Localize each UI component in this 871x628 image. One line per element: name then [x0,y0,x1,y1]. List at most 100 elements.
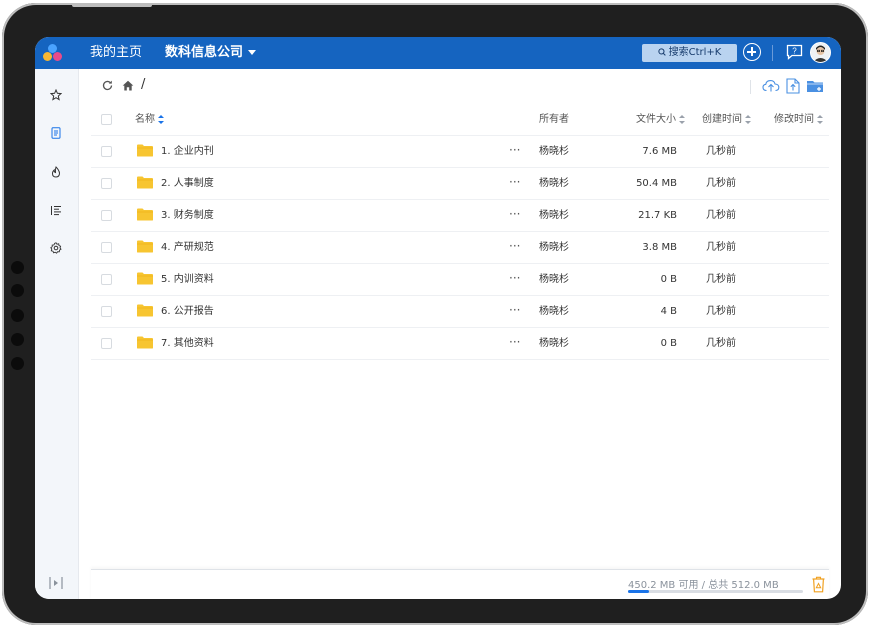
tablet-side-button [11,309,24,322]
row-checkbox[interactable] [101,242,112,253]
file-name[interactable]: 5. 内训资料 [161,264,214,295]
sidebar [35,69,79,599]
table-row[interactable]: 4. 产研规范 ··· 杨晓杉 3.8 MB 几秒前 [91,232,829,264]
folder-icon [137,208,153,221]
file-name[interactable]: 7. 其他资料 [161,328,214,359]
file-owner: 杨晓杉 [539,178,569,189]
search-button[interactable]: 搜索Ctrl+K [642,44,737,62]
row-checkbox[interactable] [101,210,112,221]
home-icon[interactable] [122,80,134,91]
app-screen: 我的主页 数科信息公司 搜索Ctrl+K ? / 名称 所有者 文件大小 创建时… [35,37,841,599]
help-icon[interactable]: ? [786,44,803,60]
sort-icon [679,114,685,124]
file-owner: 杨晓杉 [539,306,569,317]
sidebar-item-settings[interactable] [46,238,66,258]
more-actions-icon[interactable]: ··· [509,200,520,229]
file-size: 3.8 MB [642,242,677,253]
trash-icon[interactable] [811,576,826,593]
sidebar-item-favorites[interactable] [46,85,66,105]
storage-progress-bar [628,590,803,593]
sidebar-item-recent[interactable] [46,162,66,182]
file-owner: 杨晓杉 [539,242,569,253]
plus-icon[interactable] [743,43,761,61]
main-content: / 名称 所有者 文件大小 创建时间 修改时间 1. 企业内刊 ··· 杨晓杉 … [79,69,841,599]
org-switcher[interactable]: 数科信息公司 [165,37,257,69]
table-row[interactable]: 2. 人事制度 ··· 杨晓杉 50.4 MB 几秒前 [91,168,829,200]
table-header: 名称 所有者 文件大小 创建时间 修改时间 [91,105,829,136]
file-owner: 杨晓杉 [539,274,569,285]
table-row[interactable]: 5. 内训资料 ··· 杨晓杉 0 B 几秒前 [91,264,829,296]
table-row[interactable]: 7. 其他资料 ··· 杨晓杉 0 B 几秒前 [91,328,829,360]
row-checkbox[interactable] [101,306,112,317]
more-actions-icon[interactable]: ··· [509,264,520,293]
select-all-checkbox[interactable] [101,114,112,125]
file-size: 7.6 MB [642,146,677,157]
column-header-size[interactable]: 文件大小 [636,105,685,135]
more-actions-icon[interactable]: ··· [509,136,520,165]
file-owner: 杨晓杉 [539,210,569,221]
row-checkbox[interactable] [101,146,112,157]
new-folder-icon[interactable] [806,77,824,95]
home-link[interactable]: 我的主页 [90,37,142,69]
row-checkbox[interactable] [101,178,112,189]
tablet-side-button [11,333,24,346]
tablet-side-button [11,357,24,370]
folder-icon [137,304,153,317]
sidebar-item-list[interactable] [46,200,66,220]
toolbar: / [79,69,841,105]
file-name[interactable]: 1. 企业内刊 [161,136,214,167]
file-name[interactable]: 4. 产研规范 [161,232,214,263]
column-header-owner: 所有者 [539,114,569,125]
column-header-label: 文件大小 [636,114,676,125]
sort-icon [158,114,164,124]
sidebar-item-documents[interactable] [46,123,66,143]
file-owner: 杨晓杉 [539,146,569,157]
cloud-upload-icon[interactable] [762,77,780,95]
breadcrumb-path[interactable]: / [141,77,145,92]
gear-icon [50,242,62,254]
table-row[interactable]: 6. 公开报告 ··· 杨晓杉 4 B 几秒前 [91,296,829,328]
folder-icon [137,240,153,253]
avatar[interactable] [810,42,831,63]
file-owner: 杨晓杉 [539,338,569,349]
file-size: 0 B [660,338,677,349]
fire-icon [51,166,61,178]
table-row[interactable]: 1. 企业内刊 ··· 杨晓杉 7.6 MB 几秒前 [91,136,829,168]
more-actions-icon[interactable]: ··· [509,328,520,357]
column-header-label: 创建时间 [702,114,742,125]
folder-icon [137,144,153,157]
divider [772,45,773,61]
divider [750,80,751,94]
more-actions-icon[interactable]: ··· [509,296,520,325]
file-size: 21.7 KB [638,210,677,221]
file-table: 名称 所有者 文件大小 创建时间 修改时间 1. 企业内刊 ··· 杨晓杉 7.… [91,105,829,360]
table-row[interactable]: 3. 财务制度 ··· 杨晓杉 21.7 KB 几秒前 [91,200,829,232]
app-logo-icon[interactable] [43,44,63,62]
file-created-time: 几秒前 [706,338,736,349]
file-name[interactable]: 6. 公开报告 [161,296,214,327]
file-created-time: 几秒前 [706,146,736,157]
file-name[interactable]: 2. 人事制度 [161,168,214,199]
sort-icon [745,114,751,124]
top-bar: 我的主页 数科信息公司 搜索Ctrl+K ? [35,37,841,69]
file-upload-icon[interactable] [784,77,802,95]
file-size: 4 B [660,306,677,317]
file-created-time: 几秒前 [706,242,736,253]
refresh-icon[interactable] [102,80,113,91]
tablet-side-button [11,261,24,274]
document-icon [51,127,61,139]
row-checkbox[interactable] [101,274,112,285]
star-icon [50,89,62,101]
row-checkbox[interactable] [101,338,112,349]
sidebar-collapse-icon[interactable] [46,575,66,591]
storage-usage-text: 450.2 MB 可用 / 总共 512.0 MB [628,580,779,591]
column-header-created[interactable]: 创建时间 [702,105,751,135]
org-label: 数科信息公司 [165,45,244,60]
column-header-modified[interactable]: 修改时间 [774,105,823,135]
more-actions-icon[interactable]: ··· [509,232,520,261]
tablet-top-button [72,3,152,7]
file-size: 0 B [660,274,677,285]
column-header-name[interactable]: 名称 [135,105,164,135]
more-actions-icon[interactable]: ··· [509,168,520,197]
file-name[interactable]: 3. 财务制度 [161,200,214,231]
